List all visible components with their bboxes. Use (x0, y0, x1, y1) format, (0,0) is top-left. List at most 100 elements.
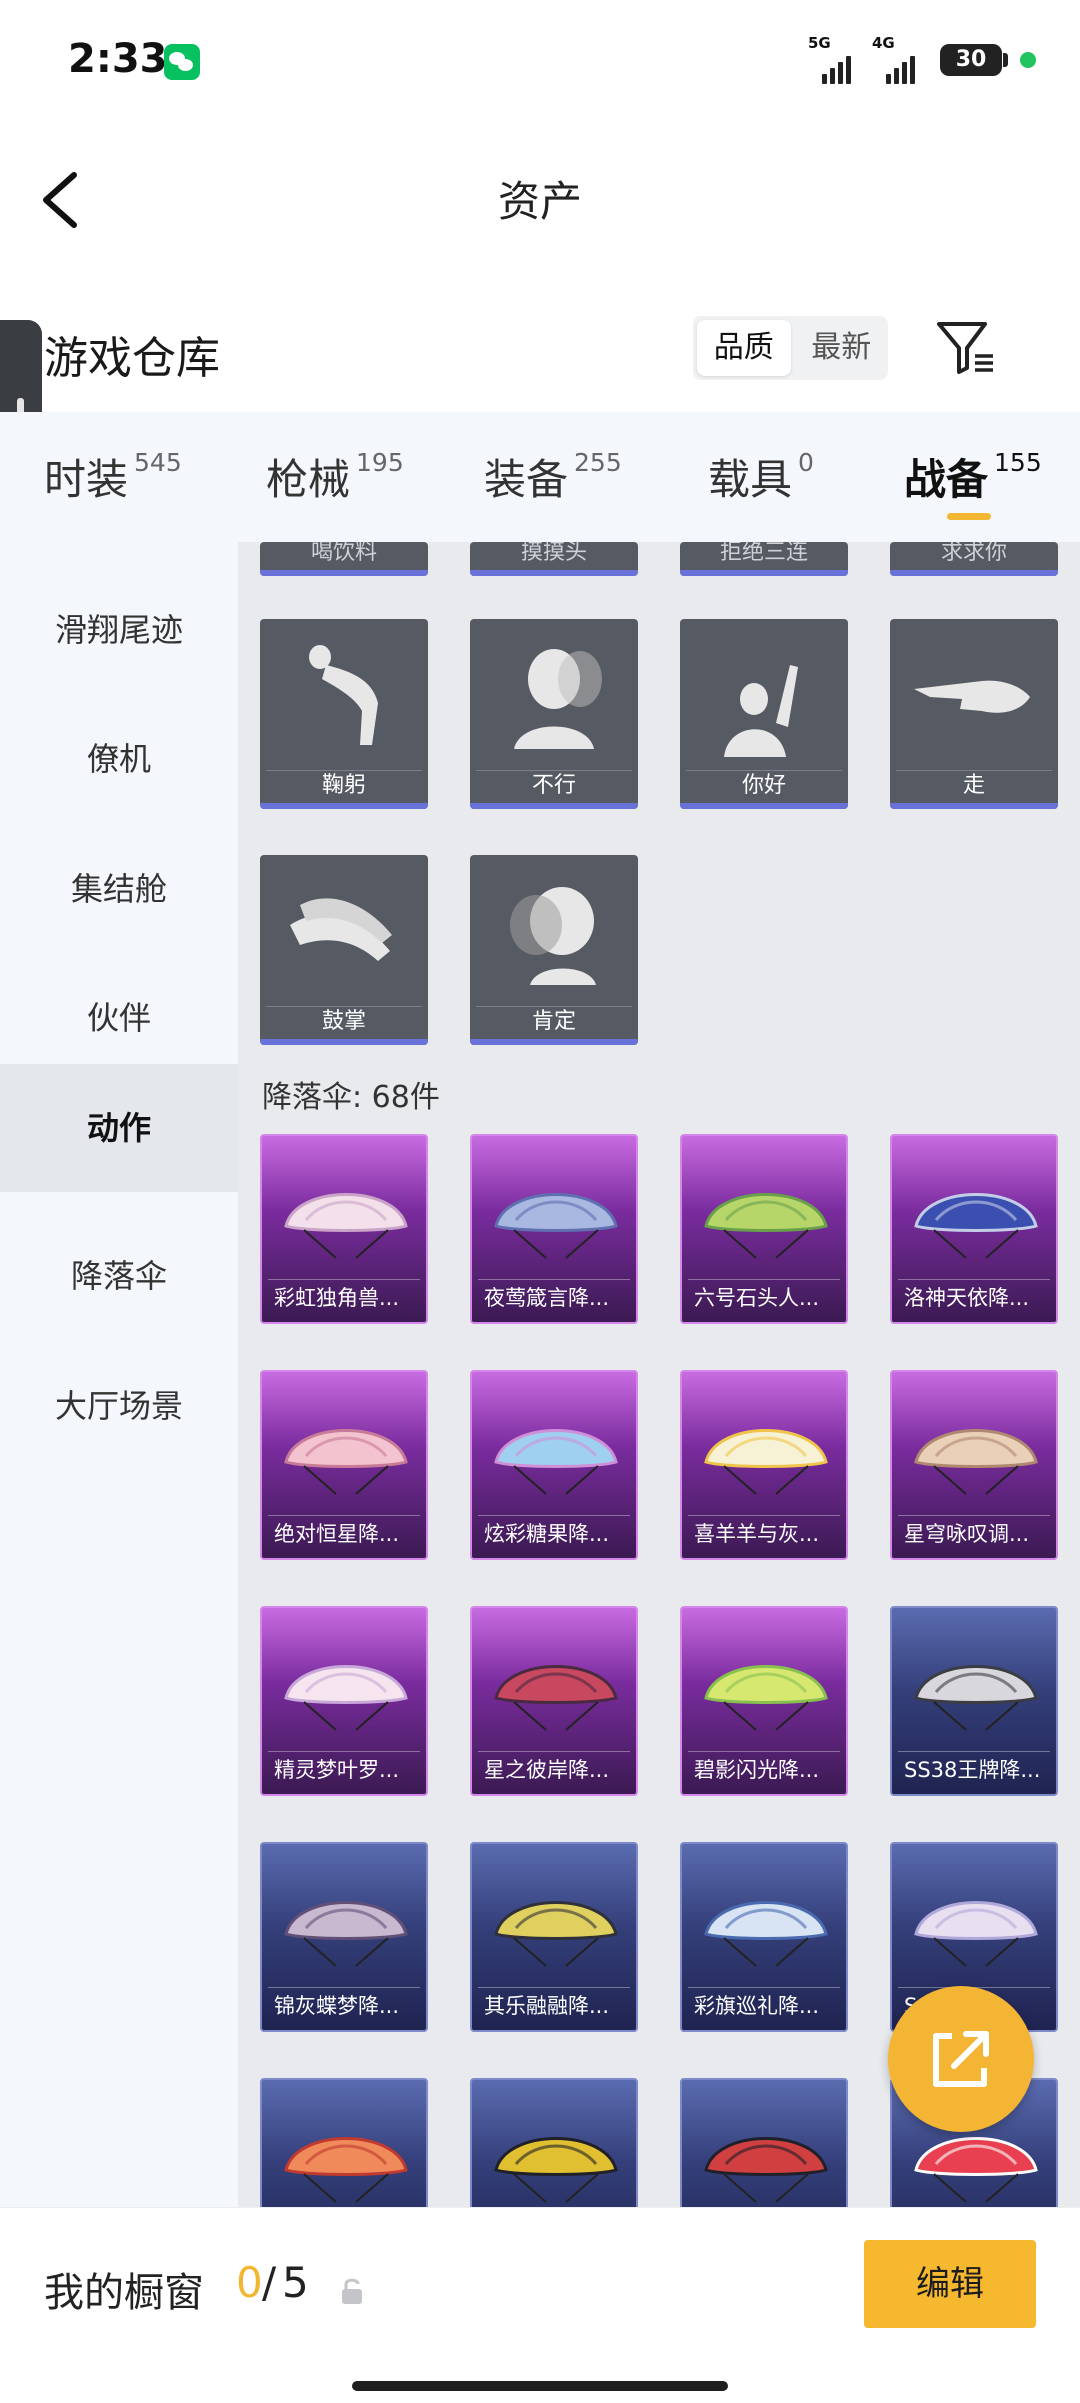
tab-firearms[interactable]: 枪械 195 (266, 446, 404, 507)
showcase-current-count: 0 (236, 2258, 263, 2307)
share-icon (933, 2031, 989, 2087)
parachute-name: 精灵梦叶罗... (274, 1758, 400, 1782)
parachute-name: 星穹咏叹调... (904, 1522, 1030, 1546)
emote-card[interactable]: 拒绝三连 (680, 542, 848, 576)
parachute-card[interactable]: 碧影闪光降... (680, 1606, 848, 1796)
sidenav-item-emotes[interactable]: 动作 (0, 1064, 238, 1192)
parachute-card[interactable]: 星之彼岸降... (470, 1606, 638, 1796)
clap-emote-icon (290, 898, 392, 961)
showcase-bar: 我的橱窗 0 / 5 编辑 (0, 2207, 1080, 2403)
section-title: 游戏仓库 (44, 333, 220, 384)
lock-icon (342, 2278, 362, 2304)
parachute-card[interactable]: 彩虹独角兽... (260, 1134, 428, 1324)
parachute-card[interactable]: 精灵梦叶罗... (260, 1606, 428, 1796)
parachute-card[interactable]: 其乐融融降... (470, 1842, 638, 2032)
signal-4g-icon: 4G (872, 34, 915, 84)
parachute-icon (494, 1901, 618, 1967)
emote-card[interactable]: 求求你 (890, 542, 1058, 576)
parachute-name: 彩虹独角兽... (274, 1286, 400, 1310)
emote-card[interactable]: 鞠躬 (260, 619, 428, 809)
home-indicator (352, 2381, 728, 2391)
tab-vehicles[interactable]: 载具 0 (708, 446, 814, 507)
signal-5g-icon: 5G (808, 34, 851, 84)
parachute-card[interactable] (470, 2078, 638, 2207)
parachute-name: 其乐融融降... (484, 1994, 610, 2018)
parachute-icon (704, 1901, 828, 1967)
sort-newest[interactable]: 最新 (795, 316, 889, 380)
share-button[interactable] (888, 1986, 1034, 2132)
app-header: 资产 (0, 140, 1080, 260)
emote-card[interactable]: 不行 (470, 619, 638, 809)
emote-card[interactable]: 你好 (680, 619, 848, 809)
tab-combat-gear[interactable]: 战备 155 (904, 446, 1042, 507)
parachute-card[interactable]: 绝对恒星降... (260, 1370, 428, 1560)
parachute-icon (284, 2137, 408, 2203)
parachute-icon (704, 2137, 828, 2203)
category-tabs: 时装 545 枪械 195 装备 255 载具 0 战备 155 (0, 412, 1080, 542)
hello-emote-icon (724, 665, 798, 757)
parachute-name: SS38王牌降... (904, 1758, 1041, 1782)
parachute-icon (704, 1429, 828, 1495)
sidenav-item-glide-trail[interactable]: 滑翔尾迹 (0, 566, 238, 694)
parachute-name: 六号石头人... (694, 1286, 820, 1310)
status-time: 2:33 (68, 36, 168, 82)
emote-card[interactable]: 摸摸头 (470, 542, 638, 576)
parachute-card[interactable]: 星穹咏叹调... (890, 1370, 1058, 1560)
parachute-card[interactable]: 炫彩糖果降... (470, 1370, 638, 1560)
parachute-card[interactable]: 六号石头人... (680, 1134, 848, 1324)
showcase-max-count: 5 (282, 2258, 309, 2307)
parachute-icon (914, 1665, 1038, 1731)
edit-button[interactable]: 编辑 (864, 2240, 1036, 2328)
parachute-name: 碧影闪光降... (694, 1758, 820, 1782)
parachute-card[interactable]: 喜羊羊与灰... (680, 1370, 848, 1560)
parachute-name: 炫彩糖果降... (484, 1522, 610, 1546)
parachute-icon (914, 1193, 1038, 1259)
sort-quality[interactable]: 品质 (697, 320, 791, 376)
tab-equipment[interactable]: 装备 255 (484, 446, 622, 507)
parachute-card[interactable] (680, 2078, 848, 2207)
showcase-separator: / (262, 2258, 277, 2307)
parachute-icon (284, 1429, 408, 1495)
bow-emote-icon (309, 645, 378, 745)
emote-card[interactable]: 喝饮料 (260, 542, 428, 576)
parachute-name: 彩旗巡礼降... (694, 1994, 820, 2018)
parachute-icon (284, 1901, 408, 1967)
parachute-icon (914, 1901, 1038, 1967)
battery-icon: 30 (940, 44, 1002, 76)
parachute-card[interactable]: 夜莺箴言降... (470, 1134, 638, 1324)
parachute-card[interactable]: SS38王牌降... (890, 1606, 1058, 1796)
filter-icon (937, 322, 993, 374)
side-nav: 滑翔尾迹 僚机 集结舱 伙伴 动作 降落伞 大厅场景 (0, 542, 238, 2207)
tab-fashion[interactable]: 时装 545 (44, 446, 182, 507)
parachute-icon (284, 1193, 408, 1259)
parachute-name: 洛神天依降... (904, 1286, 1030, 1310)
parachute-card[interactable] (260, 2078, 428, 2207)
sort-toggle: 品质 最新 (693, 316, 888, 380)
parachute-name: 夜莺箴言降... (484, 1286, 610, 1310)
nod-emote-icon (510, 887, 596, 985)
emote-card[interactable]: 走 (890, 619, 1058, 809)
no-emote-icon (514, 649, 602, 749)
parachute-name: 锦灰蝶梦降... (274, 1994, 400, 2018)
parachute-name: 星之彼岸降... (484, 1758, 610, 1782)
page-title: 资产 (497, 177, 582, 226)
parachute-icon (914, 1429, 1038, 1495)
filter-button[interactable] (935, 318, 997, 376)
emote-card[interactable]: 肯定 (470, 855, 638, 1045)
parachute-card[interactable]: 锦灰蝶梦降... (260, 1842, 428, 2032)
sidenav-item-lobby-scene[interactable]: 大厅场景 (0, 1342, 238, 1470)
parachute-card[interactable]: 洛神天依降... (890, 1134, 1058, 1324)
sidenav-item-parachute[interactable]: 降落伞 (0, 1212, 238, 1340)
sidenav-item-assembly-pod[interactable]: 集结舱 (0, 825, 238, 953)
walk-emote-icon (914, 680, 1030, 713)
sidenav-item-partner[interactable]: 伙伴 (0, 954, 238, 1082)
item-grid: 喝饮料 摸摸头 拒绝三连 求求你 鞠躬 不行 你好 走 鼓掌 肯定 降落伞: 6… (238, 542, 1080, 2207)
parachute-icon (494, 1429, 618, 1495)
wechat-icon (164, 44, 200, 80)
parachute-card[interactable]: 彩旗巡礼降... (680, 1842, 848, 2032)
emote-card[interactable]: 鼓掌 (260, 855, 428, 1045)
parachute-icon (494, 1193, 618, 1259)
sidenav-item-wingman[interactable]: 僚机 (0, 695, 238, 823)
status-dot (1020, 52, 1036, 68)
parachute-count-heading: 降落伞: 68件 (262, 1080, 440, 1115)
